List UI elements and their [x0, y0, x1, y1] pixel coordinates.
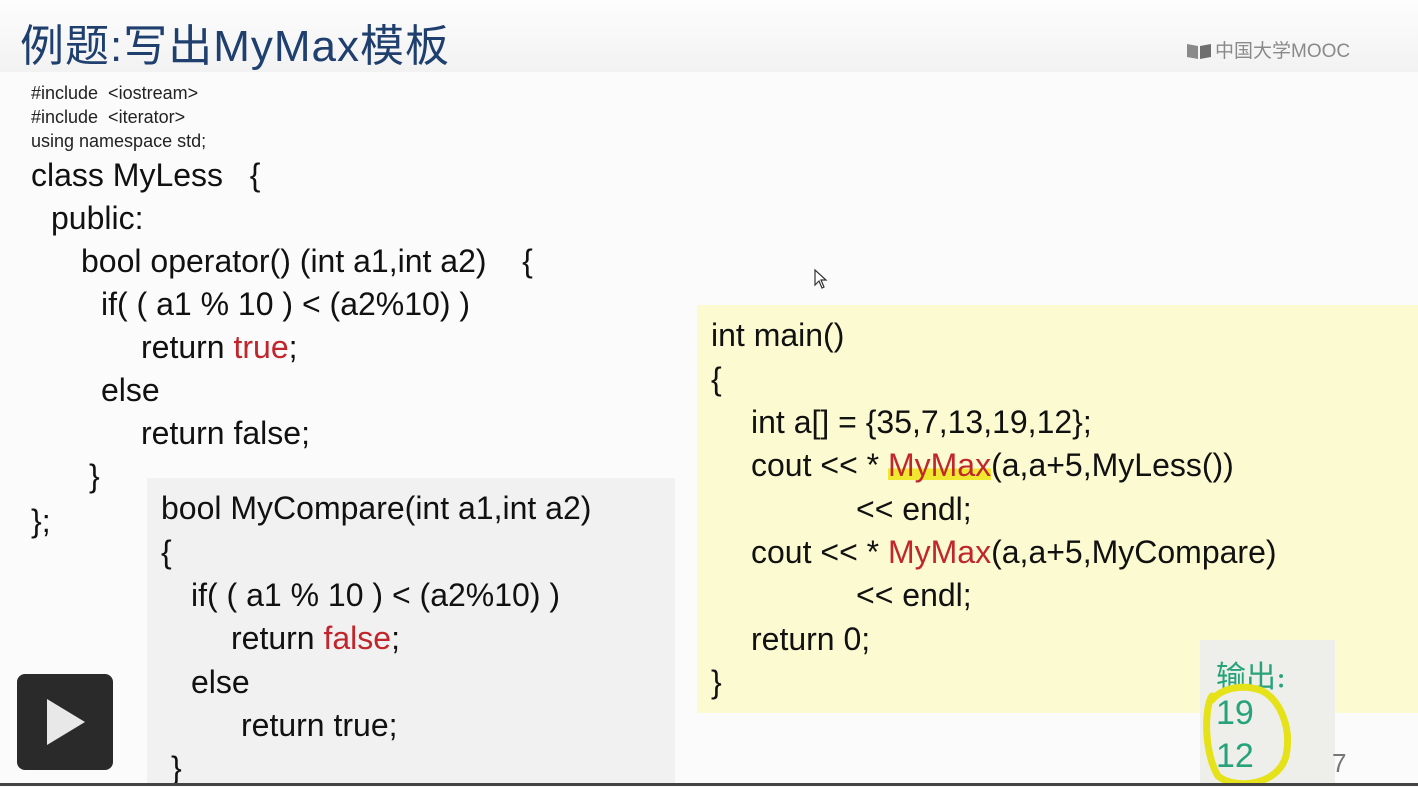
operator-close-brace: }: [89, 458, 100, 494]
compare-header: bool MyCompare(int a1,int a2): [161, 490, 592, 526]
main-open-brace: {: [711, 361, 722, 397]
cout-mymax-mycompare-line: cout << * MyMax(a,a+5,MyCompare): [751, 534, 1277, 571]
cout-prefix: cout << *: [751, 447, 888, 483]
book-icon: [1187, 44, 1211, 59]
output-box: 输出: 19 12: [1200, 640, 1335, 786]
include-iterator: #include <iterator>: [31, 107, 186, 127]
compare-return-false-line: return false;: [231, 620, 400, 657]
return-true-line: return true;: [141, 329, 298, 366]
return-keyword: return: [141, 329, 234, 365]
cout-mymax-myless-line: cout << * MyMax(a,a+5,MyLess()): [751, 447, 1234, 484]
main-close-brace: }: [711, 664, 722, 700]
class-header: class MyLess {: [31, 157, 261, 193]
include-iostream: #include <iostream>: [31, 83, 199, 103]
if-line: if( ( a1 % 10 ) < (a2%10) ): [101, 286, 471, 322]
compare-else-line: else: [191, 664, 250, 700]
mymax-args: (a,a+5,MyCompare): [991, 534, 1277, 570]
mymax-args: (a,a+5,MyLess()): [991, 447, 1234, 483]
mouse-cursor-icon: [814, 268, 828, 289]
play-icon: [47, 699, 85, 745]
array-line: int a[] = {35,7,13,19,12};: [751, 404, 1092, 440]
mymax-function-highlighted: MyMax: [887, 447, 992, 483]
endl-line-1: << endl;: [856, 491, 972, 527]
else-line: else: [101, 372, 160, 408]
main-header: int main(): [711, 317, 845, 353]
play-button[interactable]: [17, 674, 113, 770]
cout-prefix: cout << *: [751, 534, 888, 570]
yellow-circle-annotation: [1203, 683, 1292, 786]
mymax-function: MyMax: [887, 534, 992, 570]
compare-close-brace: }: [171, 750, 182, 786]
compare-return-true-line: return true;: [241, 707, 398, 743]
compare-if-line: if( ( a1 % 10 ) < (a2%10) ): [191, 577, 561, 613]
return-false-line: return false;: [141, 415, 310, 451]
slide-title: 例题:写出MyMax模板: [20, 22, 450, 71]
using-namespace: using namespace std;: [31, 131, 207, 151]
public-label: public:: [51, 200, 144, 236]
page-number: 7: [1332, 748, 1347, 778]
brand-text: 中国大学MOOC: [1215, 41, 1351, 62]
true-keyword: true: [233, 329, 289, 365]
operator-line: bool operator() (int a1,int a2) {: [81, 243, 533, 279]
class-end: };: [31, 503, 51, 539]
false-keyword: false: [323, 620, 392, 656]
return-keyword: return: [231, 620, 324, 656]
semicolon: ;: [391, 620, 400, 656]
brand-logo: 中国大学MOOC: [1186, 36, 1350, 63]
return-zero-line: return 0;: [751, 621, 871, 657]
compare-open-brace: {: [161, 534, 172, 570]
semicolon: ;: [288, 329, 298, 365]
endl-line-2: << endl;: [856, 577, 972, 613]
mycompare-code-box: bool MyCompare(int a1,int a2) { if( ( a1…: [147, 478, 675, 786]
